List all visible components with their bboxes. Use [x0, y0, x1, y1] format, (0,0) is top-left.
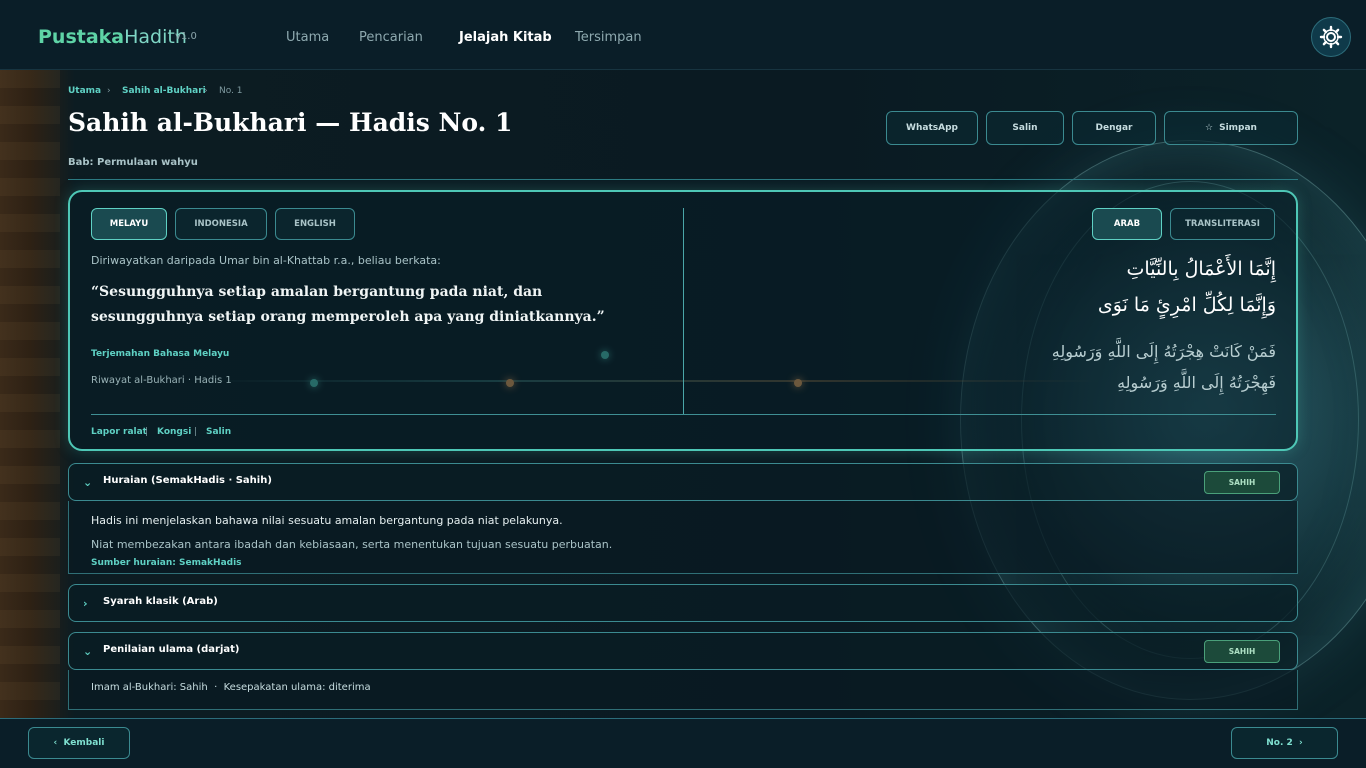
page-title: Sahih al-Bukhari — Hadis No. 1: [68, 108, 513, 137]
breadcrumb-sahih-bukhari[interactable]: Sahih al-Bukhari: [122, 86, 206, 96]
copy-label: Salin: [1012, 123, 1038, 133]
decorative-border: [0, 70, 60, 720]
gear-icon: [1319, 25, 1343, 49]
narrator-text: Diriwayatkan daripada Umar bin al-Khatta…: [91, 254, 441, 267]
tab-transliterasi[interactable]: TRANSLITERASI: [1170, 208, 1275, 240]
arabic-line-4: فَهِجْرَتُهُ إِلَى اللَّهِ وَرَسُولِهِ: [1117, 373, 1276, 392]
tab-arab[interactable]: ARAB: [1092, 208, 1162, 240]
breadcrumb-current: No. 1: [219, 86, 243, 96]
chevron-down-icon: ⌄: [83, 476, 93, 489]
nav-item-pencarian[interactable]: Pencarian: [359, 30, 423, 45]
accordion-penilaian[interactable]: ⌄ Penilaian ulama (darjat) SAHIH: [68, 632, 1298, 670]
nav-item-jelajah-kitab[interactable]: Jelajah Kitab: [459, 30, 552, 45]
brand-part1: Pustaka: [38, 26, 125, 48]
huraian-source: Sumber huraian: SemakHadis: [91, 558, 242, 568]
accordion-syarah[interactable]: › Syarah klasik (Arab): [68, 584, 1298, 622]
accordion-huraian-title: Huraian (SemakHadis · Sahih): [103, 475, 272, 486]
accordion-penilaian-body: Imam al-Bukhari: Sahih · Kesepakatan ula…: [68, 670, 1298, 710]
brand-logo[interactable]: PustakaHadith: [38, 26, 187, 48]
penilaian-text: Imam al-Bukhari: Sahih · Kesepakatan ula…: [91, 682, 371, 693]
breadcrumb-separator: ›: [204, 86, 208, 96]
whatsapp-share-button[interactable]: WhatsApp: [886, 111, 978, 145]
hadith-translation: “Sesungguhnya setiap amalan bergantung p…: [91, 284, 605, 325]
accordion-penilaian-title: Penilaian ulama (darjat): [103, 644, 240, 655]
next-label: No. 2 ›: [1266, 738, 1303, 748]
breadcrumb-separator: ›: [107, 86, 111, 96]
back-label: ‹ Kembali: [53, 738, 105, 748]
whatsapp-label: WhatsApp: [906, 123, 958, 133]
title-divider: [68, 179, 1298, 180]
nav-item-tersimpan[interactable]: Tersimpan: [575, 30, 642, 45]
arabic-line-2: وَإِنَّمَا لِكُلِّ امْرِئٍ مَا نَوَى: [1097, 294, 1276, 316]
accordion-syarah-title: Syarah klasik (Arab): [103, 596, 218, 607]
tab-indonesia[interactable]: INDONESIA: [175, 208, 267, 240]
listen-label: Dengar: [1095, 123, 1133, 133]
tab-english[interactable]: ENGLISH: [275, 208, 355, 240]
huraian-text-1: Hadis ini menjelaskan bahawa nilai sesua…: [91, 514, 563, 527]
footer-separator: |: [145, 427, 149, 437]
accordion-huraian[interactable]: ⌄ Huraian (SemakHadis · Sahih) SAHIH: [68, 463, 1298, 501]
breadcrumb-utama[interactable]: Utama: [68, 86, 101, 96]
back-button[interactable]: ‹ Kembali: [28, 727, 130, 759]
chevron-right-icon: ›: [83, 597, 88, 610]
top-navbar: [0, 0, 1366, 70]
chevron-down-icon: ⌄: [83, 645, 93, 658]
arabic-line-1: إِنَّمَا الأَعْمَالُ بِالنِّيَّاتِ: [1126, 258, 1276, 280]
share-link[interactable]: Kongsi: [157, 427, 191, 437]
hadith-source: Riwayat al-Bukhari · Hadis 1: [91, 375, 232, 386]
status-badge: SAHIH: [1204, 471, 1280, 494]
nav-item-utama[interactable]: Utama: [286, 30, 329, 45]
bottom-bar: [0, 718, 1366, 768]
accordion-huraian-body: Hadis ini menjelaskan bahawa nilai sesua…: [68, 501, 1298, 574]
listen-button[interactable]: Dengar: [1072, 111, 1156, 145]
card-footer-divider: [91, 414, 1276, 415]
tab-melayu[interactable]: MELAYU: [91, 208, 167, 240]
arabic-line-3: فَمَنْ كَانَتْ هِجْرَتُهُ إِلَى اللَّهِ …: [1051, 342, 1276, 361]
footer-separator: |: [194, 427, 198, 437]
copy-button[interactable]: Salin: [986, 111, 1064, 145]
next-button[interactable]: No. 2 ›: [1231, 727, 1338, 759]
star-icon: ☆: [1205, 123, 1214, 133]
column-divider: [683, 208, 684, 414]
save-label: Simpan: [1219, 123, 1257, 133]
save-button[interactable]: ☆ Simpan: [1164, 111, 1298, 145]
status-badge: SAHIH: [1204, 640, 1280, 663]
version-label: v1.0: [175, 31, 197, 42]
chapter-label: Bab: Permulaan wahyu: [68, 157, 198, 168]
translation-label: Terjemahan Bahasa Melayu: [91, 349, 230, 359]
settings-button[interactable]: [1311, 17, 1351, 57]
huraian-text-2: Niat membezakan antara ibadah dan kebias…: [91, 538, 613, 551]
report-error-link[interactable]: Lapor ralat: [91, 427, 147, 437]
copy-link[interactable]: Salin: [206, 427, 231, 437]
